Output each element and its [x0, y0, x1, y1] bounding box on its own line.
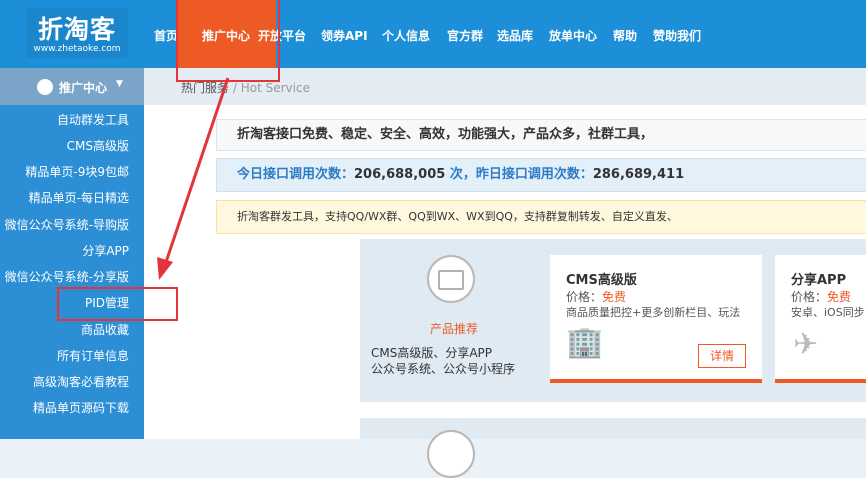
annotation-arrow: [157, 77, 230, 280]
